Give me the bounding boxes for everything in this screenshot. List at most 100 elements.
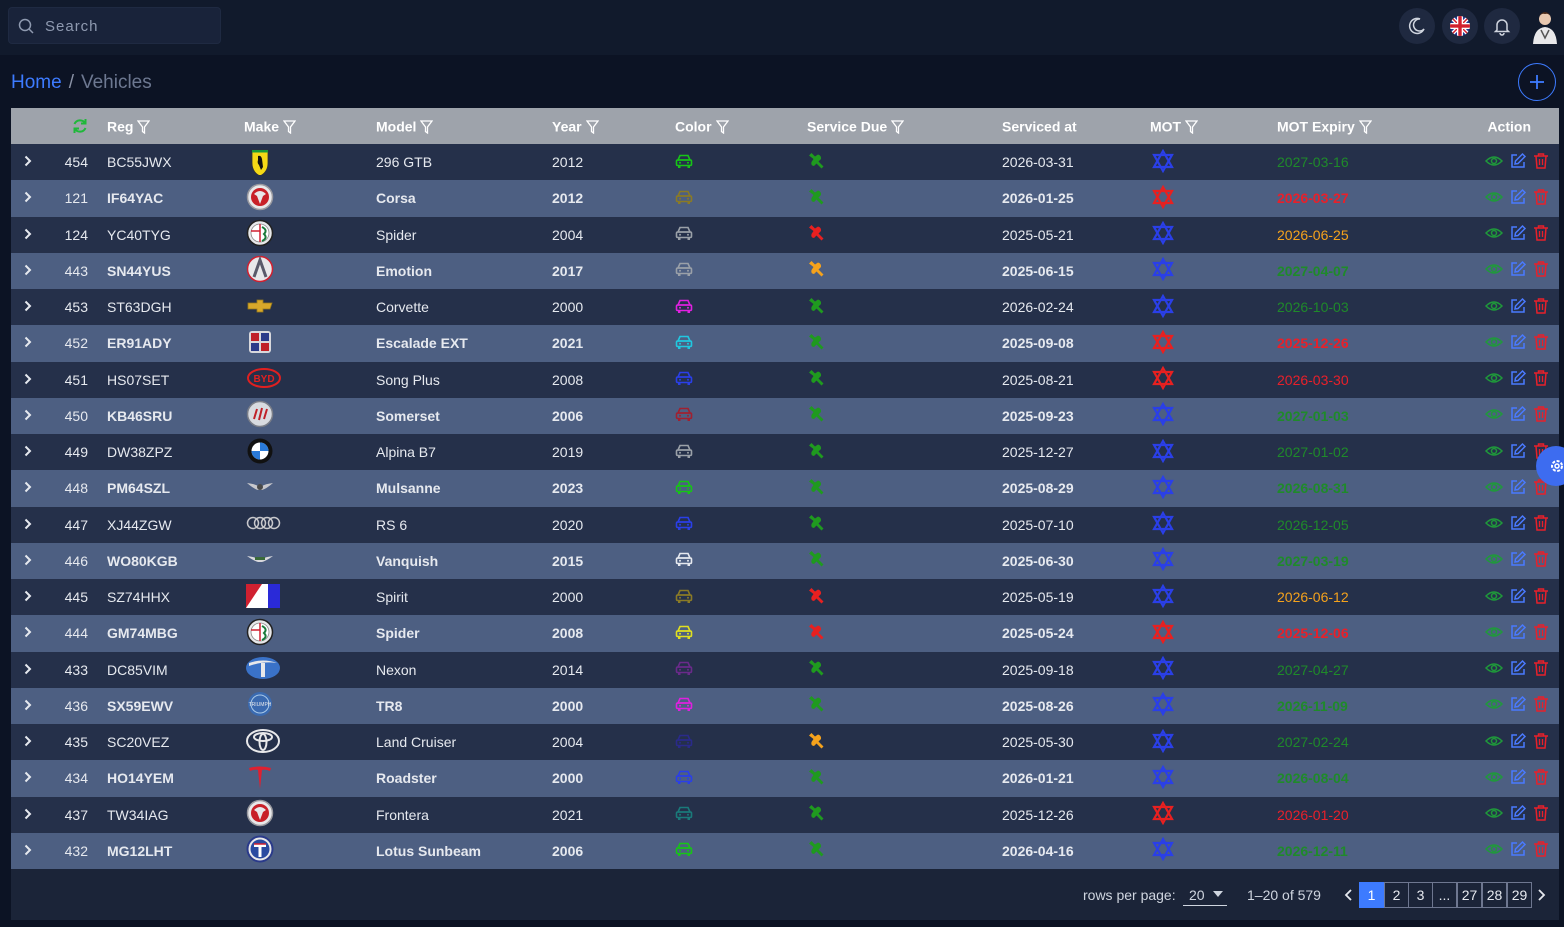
table-row[interactable]: 450 KB46SRU Somerset 2006 2025-09-23 2027-01-… bbox=[11, 397, 1559, 434]
refresh-icon[interactable] bbox=[71, 117, 89, 135]
view-button[interactable] bbox=[1484, 480, 1504, 497]
edit-button[interactable] bbox=[1509, 188, 1527, 209]
page-button[interactable]: 2 bbox=[1384, 882, 1409, 908]
edit-button[interactable] bbox=[1509, 732, 1527, 753]
view-button[interactable] bbox=[1484, 625, 1504, 642]
rows-per-page-select[interactable]: 20 bbox=[1183, 883, 1227, 906]
expand-row-button[interactable] bbox=[11, 652, 47, 688]
header-service-due[interactable]: Service Due bbox=[807, 108, 1002, 144]
language-button[interactable] bbox=[1442, 8, 1478, 44]
avatar[interactable] bbox=[1528, 8, 1562, 44]
table-row[interactable]: 433 DC85VIM Nexon 2014 2025-09-18 2027-04-27 bbox=[11, 651, 1559, 688]
expand-row-button[interactable] bbox=[11, 253, 47, 289]
page-button[interactable]: 28 bbox=[1482, 882, 1507, 908]
delete-button[interactable] bbox=[1533, 768, 1549, 789]
edit-button[interactable] bbox=[1509, 550, 1527, 571]
edit-button[interactable] bbox=[1509, 442, 1527, 463]
view-button[interactable] bbox=[1484, 589, 1504, 606]
filter-icon[interactable] bbox=[282, 119, 297, 134]
expand-row-button[interactable] bbox=[11, 507, 47, 543]
expand-row-button[interactable] bbox=[11, 833, 47, 869]
delete-button[interactable] bbox=[1533, 550, 1549, 571]
filter-icon[interactable] bbox=[137, 119, 151, 134]
view-button[interactable] bbox=[1484, 154, 1504, 171]
delete-button[interactable] bbox=[1533, 732, 1549, 753]
view-button[interactable] bbox=[1484, 444, 1504, 461]
edit-button[interactable] bbox=[1509, 478, 1527, 499]
edit-button[interactable] bbox=[1509, 659, 1527, 680]
expand-row-button[interactable] bbox=[11, 362, 47, 398]
expand-row-button[interactable] bbox=[11, 688, 47, 724]
view-button[interactable] bbox=[1484, 661, 1504, 678]
table-row[interactable]: 449 DW38ZPZ Alpina B7 2019 2025-12-27 2027-01… bbox=[11, 434, 1559, 471]
delete-button[interactable] bbox=[1533, 804, 1549, 825]
table-row[interactable]: 445 SZ74HHX Spirit 2000 2025-05-19 2026-06-12 bbox=[11, 579, 1559, 616]
expand-row-button[interactable] bbox=[11, 180, 47, 216]
edit-button[interactable] bbox=[1509, 840, 1527, 861]
expand-row-button[interactable] bbox=[11, 470, 47, 506]
view-button[interactable] bbox=[1484, 842, 1504, 859]
page-button[interactable]: 1 bbox=[1359, 882, 1384, 908]
view-button[interactable] bbox=[1484, 734, 1504, 751]
view-button[interactable] bbox=[1484, 516, 1504, 533]
expand-row-button[interactable] bbox=[11, 797, 47, 833]
delete-button[interactable] bbox=[1533, 840, 1549, 861]
table-row[interactable]: 447 XJ44ZGW RS 6 2020 2025-07-10 2026-12-05 bbox=[11, 506, 1559, 543]
delete-button[interactable] bbox=[1533, 260, 1549, 281]
header-year[interactable]: Year bbox=[552, 108, 675, 144]
header-make[interactable]: Make bbox=[244, 108, 376, 144]
expand-row-button[interactable] bbox=[11, 217, 47, 253]
delete-button[interactable] bbox=[1533, 405, 1549, 426]
search-box[interactable] bbox=[8, 7, 221, 45]
table-row[interactable]: 448 PM64SZL Mulsanne 2023 2025-08-29 2026-08-… bbox=[11, 470, 1559, 507]
view-button[interactable] bbox=[1484, 770, 1504, 787]
table-row[interactable]: 444 GM74MBG Spider 2008 2025-05-24 2025-12-06 bbox=[11, 615, 1559, 652]
view-button[interactable] bbox=[1484, 407, 1504, 424]
header-model[interactable]: Model bbox=[376, 108, 552, 144]
edit-button[interactable] bbox=[1509, 405, 1527, 426]
edit-button[interactable] bbox=[1509, 623, 1527, 644]
table-row[interactable]: 451 HS07SET BYD Song Plus 2008 2025-08-21 2026… bbox=[11, 361, 1559, 398]
page-button[interactable]: 3 bbox=[1408, 882, 1433, 908]
theme-toggle-button[interactable] bbox=[1399, 8, 1435, 44]
header-color[interactable]: Color bbox=[675, 108, 807, 144]
table-row[interactable]: 454 BC55JWX 296 GTB 2012 2026-03-31 2027-03-1… bbox=[11, 144, 1559, 181]
header-reg[interactable]: Reg bbox=[107, 108, 244, 144]
delete-button[interactable] bbox=[1533, 623, 1549, 644]
edit-button[interactable] bbox=[1509, 804, 1527, 825]
table-row[interactable]: 453 ST63DGH Corvette 2000 2026-02-24 2026-10-… bbox=[11, 289, 1559, 326]
delete-button[interactable] bbox=[1533, 188, 1549, 209]
table-row[interactable]: 446 WO80KGB Vanquish 2015 2025-06-30 2027-03-… bbox=[11, 542, 1559, 579]
table-row[interactable]: 124 YC40TYG Spider 2004 2025-05-21 2026-06-25 bbox=[11, 216, 1559, 253]
expand-row-button[interactable] bbox=[11, 543, 47, 579]
expand-row-button[interactable] bbox=[11, 434, 47, 470]
delete-button[interactable] bbox=[1533, 659, 1549, 680]
delete-button[interactable] bbox=[1533, 297, 1549, 318]
view-button[interactable] bbox=[1484, 299, 1504, 316]
view-button[interactable] bbox=[1484, 226, 1504, 243]
edit-button[interactable] bbox=[1509, 224, 1527, 245]
chevron-left-icon[interactable] bbox=[1344, 889, 1353, 901]
page-button[interactable]: 27 bbox=[1457, 882, 1482, 908]
expand-row-button[interactable] bbox=[11, 144, 47, 180]
expand-row-button[interactable] bbox=[11, 325, 47, 361]
table-row[interactable]: 436 SX59EWV TRIUMPH TR8 2000 2025-08-26 2026-1… bbox=[11, 687, 1559, 724]
notifications-button[interactable] bbox=[1484, 8, 1520, 44]
header-mot[interactable]: MOT bbox=[1150, 108, 1277, 144]
view-button[interactable] bbox=[1484, 371, 1504, 388]
header-mot-expiry[interactable]: MOT Expiry bbox=[1277, 108, 1474, 144]
search-input[interactable] bbox=[43, 8, 217, 45]
edit-button[interactable] bbox=[1509, 333, 1527, 354]
view-button[interactable] bbox=[1484, 190, 1504, 207]
page-button[interactable]: 29 bbox=[1507, 882, 1532, 908]
delete-button[interactable] bbox=[1533, 587, 1549, 608]
table-row[interactable]: 435 SC20VEZ Land Cruiser 2004 2025-05-30 2027… bbox=[11, 724, 1559, 761]
chevron-right-icon[interactable] bbox=[1537, 889, 1546, 901]
filter-icon[interactable] bbox=[1358, 119, 1373, 134]
table-row[interactable]: 443 SN44YUS Emotion 2017 2025-06-15 2027-04-0… bbox=[11, 252, 1559, 289]
edit-button[interactable] bbox=[1509, 695, 1527, 716]
table-row[interactable]: 432 MG12LHT Lotus Sunbeam 2006 2026-04-16 202… bbox=[11, 832, 1559, 869]
delete-button[interactable] bbox=[1533, 369, 1549, 390]
expand-row-button[interactable] bbox=[11, 615, 47, 651]
table-row[interactable]: 121 IF64YAC Corsa 2012 2026-01-25 2026-03-27 bbox=[11, 180, 1559, 217]
